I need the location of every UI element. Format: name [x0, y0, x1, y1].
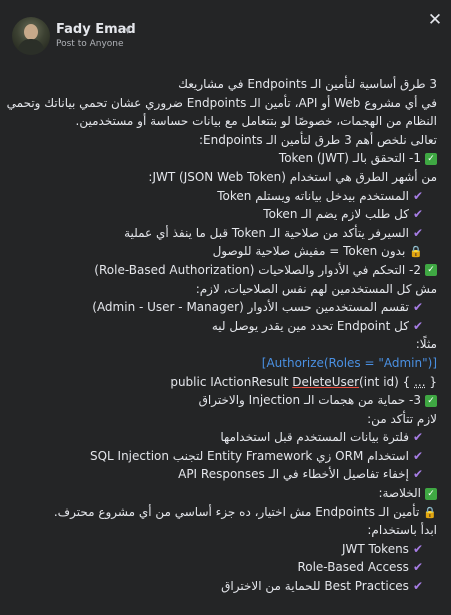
post-line: ✓ 1- التحقق بالـ Token (JWT): [0, 149, 451, 168]
checkmark-icon: ✔: [412, 560, 423, 575]
bullet-text: المستخدم بيدخل بياناته ويستلم Token: [217, 188, 409, 203]
post-line: ✔المستخدم بيدخل بياناته ويستلم Token: [0, 187, 451, 206]
post-line: تعالى نلخص أهم 3 طرق لتأمين الـ Endpoint…: [198, 132, 437, 147]
checkmark-icon: ✔: [412, 541, 423, 556]
post-line: لازم تتأكد من:: [367, 411, 437, 426]
post-line: 🔒بدون Token = مفيش صلاحية للوصول: [0, 242, 451, 261]
section-heading: 3- حماية من هجمات الـ Injection والاخترا…: [198, 393, 421, 408]
code-method: DeleteUser: [292, 374, 360, 389]
post-line: ✔فلترة بيانات المستخدم قبل استخدامها: [0, 428, 451, 447]
checkmark-icon: ✔: [412, 318, 423, 333]
bullet-text: فلترة بيانات المستخدم قبل استخدامها: [220, 430, 409, 445]
bullet-text: السيرفر يتأكد من صلاحية الـ Token قبل ما…: [124, 225, 409, 240]
bullet-text: تأمين الـ Endpoints مش اختيار، ده جزء أس…: [53, 504, 420, 519]
post-line: ✔Best Practices للحماية من الاختراق: [0, 577, 451, 596]
post-line: ✔تقسم المستخدمين حسب الأدوار (Admin - Us…: [0, 298, 451, 317]
avatar[interactable]: [12, 17, 50, 55]
post-line: ✔JWT Tokens: [0, 540, 451, 559]
checkmark-icon: ✔: [412, 467, 423, 482]
post-header: Fady Emad ▾ Post to Anyone ✕: [0, 0, 451, 60]
post-line: ✔Role-Based Access: [0, 558, 451, 577]
checkmark-icon: ✔: [412, 430, 423, 445]
check-mark-icon: ✓: [425, 394, 437, 407]
post-line: من أشهر الطرق هي استخدام JWT (JSON Web T…: [148, 169, 437, 184]
code-text: public IActionResult: [170, 374, 293, 389]
post-line: ✓ الخلاصة:: [0, 484, 451, 503]
chevron-down-icon[interactable]: ▾: [125, 24, 131, 37]
bullet-text: Role-Based Access: [297, 560, 409, 575]
lock-icon: 🔒: [423, 505, 437, 519]
checkmark-icon: ✔: [412, 300, 423, 315]
checkmark-icon: ✔: [412, 579, 423, 594]
code-line: public IActionResult DeleteUser(int id) …: [0, 373, 451, 392]
code-line: [Authorize(Roles = "Admin")]: [0, 354, 451, 373]
post-line: ابدأ باستخدام:: [367, 523, 437, 538]
post-line: ✓ 3- حماية من هجمات الـ Injection والاختر…: [0, 391, 451, 410]
post-body[interactable]: 3 طرق أساسية لتأمين الـ Endpoints في مشا…: [0, 75, 451, 596]
bullet-text: استخدام ORM زي Entity Framework لتجنب SQ…: [89, 448, 409, 463]
post-line: 🔒تأمين الـ Endpoints مش اختيار، ده جزء أ…: [0, 503, 451, 522]
code-text: }: [425, 374, 437, 389]
bullet-text: كل Endpoint تحدد مين يقدر يوصل ليه: [211, 318, 409, 333]
privacy-label[interactable]: Post to Anyone: [56, 39, 124, 49]
bullet-text: Best Practices للحماية من الاختراق: [221, 579, 409, 594]
lock-icon: 🔒: [409, 245, 423, 259]
post-line: ✓ 2- التحكم في الأدوار والصلاحيات (Role-B…: [0, 261, 451, 280]
post-line: ✔استخدام ORM زي Entity Framework لتجنب S…: [0, 447, 451, 466]
code-ellipsis: ...: [414, 374, 426, 389]
checkmark-icon: ✔: [412, 448, 423, 463]
section-heading: 1- التحقق بالـ Token (JWT): [278, 151, 421, 166]
checkmark-icon: ✔: [412, 207, 423, 222]
post-line: النظام من الهجمات، خصوصًا لو بتتعامل مع …: [75, 114, 437, 129]
author-name[interactable]: Fady Emad: [56, 22, 136, 37]
bullet-text: بدون Token = مفيش صلاحية للوصول: [212, 244, 406, 259]
bullet-text: كل طلب لازم يضم الـ Token: [263, 207, 409, 222]
post-line: ✔كل طلب لازم يضم الـ Token: [0, 205, 451, 224]
bullet-text: إخفاء تفاصيل الأخطاء في الـ API Response…: [178, 467, 409, 482]
checkmark-icon: ✔: [412, 188, 423, 203]
section-heading: الخلاصة:: [378, 486, 421, 501]
post-line: ✔إخفاء تفاصيل الأخطاء في الـ API Respons…: [0, 465, 451, 484]
post-line: في أي مشروع Web أو API، تأمين الـ Endpoi…: [6, 95, 437, 110]
check-mark-icon: ✓: [425, 264, 437, 277]
post-line: مثلًا:: [415, 337, 437, 352]
code-attribute: [Authorize(Roles = "Admin")]: [261, 355, 437, 370]
post-line: ✔السيرفر يتأكد من صلاحية الـ Token قبل م…: [0, 224, 451, 243]
code-text: (int id) {: [359, 374, 415, 389]
close-icon[interactable]: ✕: [425, 10, 445, 30]
post-line: 3 طرق أساسية لتأمين الـ Endpoints في مشا…: [178, 77, 437, 91]
post-line: مش كل المستخدمين لهم نفس الصلاحيات، لازم…: [195, 281, 437, 296]
section-heading: 2- التحكم في الأدوار والصلاحيات (Role-Ba…: [94, 262, 421, 277]
avatar-body: [18, 39, 44, 55]
post-line: ✔كل Endpoint تحدد مين يقدر يوصل ليه: [0, 317, 451, 336]
check-mark-icon: ✓: [425, 487, 437, 500]
checkmark-icon: ✔: [412, 225, 423, 240]
check-mark-icon: ✓: [425, 152, 437, 165]
bullet-text: JWT Tokens: [341, 541, 409, 556]
bullet-text: تقسم المستخدمين حسب الأدوار (Admin - Use…: [92, 300, 409, 315]
avatar-face: [24, 24, 38, 40]
